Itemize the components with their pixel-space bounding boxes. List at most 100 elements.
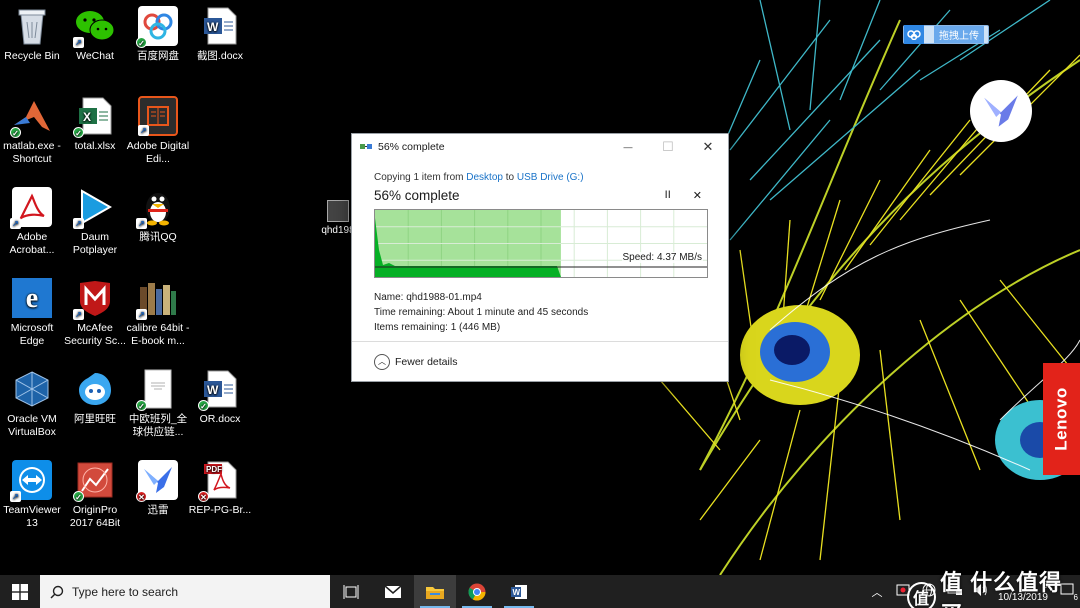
desktop-icon-label: Microsoft Edge xyxy=(10,322,54,347)
sync-error-badge-icon: ✕ xyxy=(198,491,209,502)
sync-ok-badge-icon: ✓ xyxy=(73,127,84,138)
items-remaining-line: Items remaining: 1 (446 MB) xyxy=(374,322,501,333)
cancel-button[interactable]: ✕ xyxy=(693,189,702,202)
desktop-icon-label: Adobe Digital Edi... xyxy=(126,140,190,165)
speed-label: Speed: 4.37 MB/s xyxy=(621,252,703,263)
desktop-icon-aliwangwang[interactable]: 阿里旺旺 xyxy=(63,369,127,426)
desktop-icon-pdf-file[interactable]: PDF ✕ REP-PG-Br... xyxy=(188,460,252,517)
desktop-icon-label: matlab.exe - Shortcut xyxy=(3,140,61,165)
dialog-footer: ︿ Fewer details xyxy=(352,341,728,381)
copy-prefix: Copying 1 item from xyxy=(374,172,467,183)
desktop-icon-xunlei[interactable]: ✕ 迅雷 xyxy=(126,460,190,517)
desktop-icon-label: Adobe Acrobat... xyxy=(9,231,55,256)
desktop-icon-label: calibre 64bit - E-book m... xyxy=(126,322,190,347)
sync-ok-badge-icon: ✓ xyxy=(73,491,84,502)
copy-progress-icon xyxy=(360,142,372,152)
copy-source-line: Copying 1 item from Desktop to USB Drive… xyxy=(374,172,706,183)
baidu-upload-widget[interactable]: 拖拽上传 xyxy=(903,25,989,44)
desktop-icon-mcafee[interactable]: ↗ McAfee Security Sc... xyxy=(63,278,127,348)
adobe-digital-editions-icon: ↗ xyxy=(138,96,178,136)
dialog-titlebar[interactable]: 56% complete — ☐ ✕ xyxy=(352,134,728,160)
recycle-bin-icon xyxy=(12,6,52,46)
video-file-icon xyxy=(327,200,349,222)
shortcut-arrow-icon: ↗ xyxy=(136,309,147,320)
taskbar-word[interactable]: W xyxy=(498,575,540,608)
desktop-icon-edge[interactable]: e Microsoft Edge xyxy=(0,278,64,348)
speed-graph-canvas xyxy=(375,210,707,277)
time-remaining-line: Time remaining: About 1 minute and 45 se… xyxy=(374,307,589,318)
shortcut-arrow-icon: ↗ xyxy=(73,218,84,229)
desktop-icon-teamviewer[interactable]: ↗ TeamViewer 13 xyxy=(0,460,64,530)
desktop-icon-wechat[interactable]: ↗ WeChat xyxy=(63,6,127,63)
maximize-button[interactable]: ☐ xyxy=(648,134,688,160)
file-copy-dialog[interactable]: 56% complete — ☐ ✕ Copying 1 item from D… xyxy=(351,133,729,382)
lenovo-side-tab[interactable]: Lenovo xyxy=(1043,363,1080,475)
desktop-icon-word-doc[interactable]: W 截图.docx xyxy=(188,6,252,63)
desktop-icon-label: WeChat xyxy=(76,50,114,62)
chevron-up-icon[interactable]: ︿ xyxy=(374,353,390,370)
desktop[interactable]: Recycle Bin ↗ WeChat ✓ 百度网盘 W 截图.docx ✓ … xyxy=(0,0,1080,575)
aliwangwang-icon xyxy=(75,369,115,409)
taskbar-file-explorer[interactable] xyxy=(414,575,456,608)
teamviewer-icon: ↗ xyxy=(10,460,52,502)
desktop-icon-label: 阿里旺旺 xyxy=(74,413,116,425)
shortcut-arrow-icon: ↗ xyxy=(10,491,21,502)
svg-text:W: W xyxy=(207,383,219,397)
desktop-icon-label: REP-PG-Br... xyxy=(188,504,252,516)
minimize-button[interactable]: — xyxy=(608,134,648,160)
pdf-page-icon: ✓ xyxy=(136,369,178,411)
copy-details: Name: qhd1988-01.mp4 Time remaining: Abo… xyxy=(374,290,706,335)
dialog-title: 56% complete xyxy=(378,141,445,153)
desktop-icon-label: 百度网盘 xyxy=(137,50,179,62)
desktop-icon-word-or[interactable]: W ✓ OR.docx xyxy=(188,369,252,426)
baidu-netdisk-icon: ✓ xyxy=(136,6,178,48)
taskbar-search-box[interactable]: Type here to search xyxy=(40,575,330,608)
edge-icon: e xyxy=(12,278,52,318)
calibre-icon: ↗ xyxy=(136,278,178,320)
dialog-body: Copying 1 item from Desktop to USB Drive… xyxy=(352,160,728,335)
sync-ok-badge-icon: ✓ xyxy=(10,127,21,138)
desktop-icon-label: OriginPro 2017 64Bit xyxy=(69,504,121,529)
source-link[interactable]: Desktop xyxy=(466,172,503,183)
watermark-logo-icon: 值 xyxy=(907,582,937,608)
desktop-icon-adobe-acrobat[interactable]: ↗ Adobe Acrobat... xyxy=(0,187,64,257)
xunlei-bird-icon: ✕ xyxy=(136,460,178,502)
site-watermark: 值 值 什么值得买 xyxy=(907,565,1080,608)
desktop-icon-adobe-digital-editions[interactable]: ↗ Adobe Digital Edi... xyxy=(126,96,190,166)
desktop-icon-excel[interactable]: X ✓ total.xlsx xyxy=(63,96,127,153)
maximize-icon: ☐ xyxy=(662,139,674,154)
sync-ok-badge-icon: ✓ xyxy=(136,400,147,411)
qq-penguin-icon: ↗ xyxy=(136,187,178,229)
task-view-button[interactable] xyxy=(330,575,372,608)
shortcut-arrow-icon: ↗ xyxy=(138,125,149,136)
taskbar-mail[interactable] xyxy=(372,575,414,608)
destination-link[interactable]: USB Drive (G:) xyxy=(517,172,584,183)
desktop-icon-pdf-document[interactable]: ✓ 中欧班列_全球供应链... xyxy=(126,369,190,439)
desktop-icon-potplayer[interactable]: ↗ Daum Potplayer xyxy=(63,187,127,257)
fewer-details-button[interactable]: Fewer details xyxy=(395,356,457,368)
desktop-icon-virtualbox[interactable]: Oracle VM VirtualBox xyxy=(0,369,64,439)
desktop-icon-label: OR.docx xyxy=(199,413,241,425)
minimize-icon: — xyxy=(623,142,633,152)
xunlei-floating-widget[interactable] xyxy=(970,80,1032,142)
sync-ok-badge-icon: ✓ xyxy=(136,37,147,48)
desktop-icon-calibre[interactable]: ↗ calibre 64bit - E-book m... xyxy=(126,278,190,348)
mcafee-icon: ↗ xyxy=(73,278,115,320)
desktop-icon-label: McAfee Security Sc... xyxy=(64,322,126,347)
svg-text:PDF: PDF xyxy=(206,465,222,474)
taskbar-chrome[interactable] xyxy=(456,575,498,608)
desktop-icon-qq[interactable]: ↗ 腾讯QQ xyxy=(126,187,190,244)
start-button[interactable] xyxy=(0,575,40,608)
desktop-icon-baidu-netdisk[interactable]: ✓ 百度网盘 xyxy=(126,6,190,63)
desktop-icon-label: total.xlsx xyxy=(74,140,116,152)
close-button[interactable]: ✕ xyxy=(688,134,728,160)
originpro-icon: ✓ xyxy=(73,460,115,502)
desktop-icon-matlab[interactable]: ✓ matlab.exe - Shortcut xyxy=(0,96,64,166)
search-placeholder: Type here to search xyxy=(72,584,179,599)
desktop-icon-recycle-bin[interactable]: Recycle Bin xyxy=(0,6,64,63)
chevron-up-icon[interactable]: ︿ xyxy=(864,584,890,600)
desktop-icon-label: Recycle Bin xyxy=(4,50,60,62)
pause-button[interactable]: II xyxy=(665,189,671,202)
desktop-icon-originpro[interactable]: ✓ OriginPro 2017 64Bit xyxy=(63,460,127,530)
adobe-acrobat-icon: ↗ xyxy=(10,187,52,229)
